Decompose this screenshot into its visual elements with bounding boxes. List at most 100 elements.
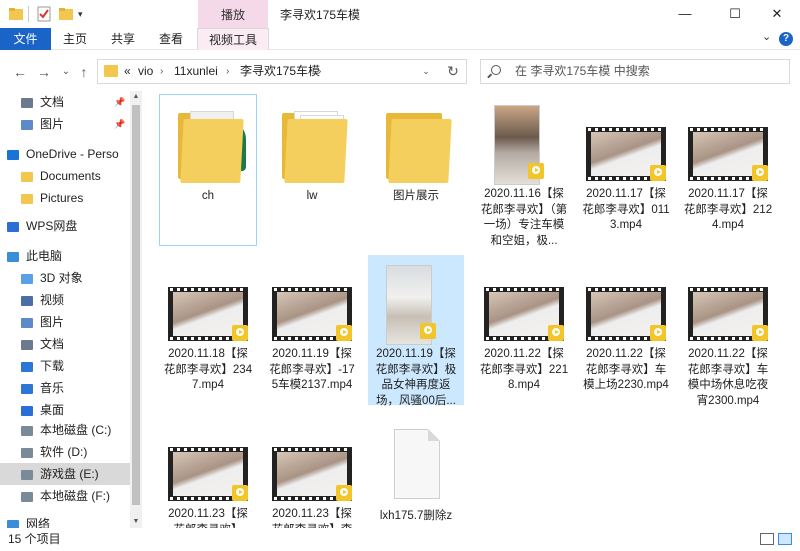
scroll-up-icon[interactable]: ▲ <box>130 91 142 103</box>
file-item[interactable]: 2020.11.23【探花郎李寻欢】 <box>160 415 256 528</box>
sidebar-item[interactable]: 音乐 <box>0 377 130 399</box>
breadcrumb-11xunlei[interactable]: 11xunlei <box>174 60 218 83</box>
breadcrumb-overflow[interactable]: « <box>124 60 131 83</box>
sidebar-item[interactable]: 文档 📌 <box>0 91 130 113</box>
divider <box>28 6 29 22</box>
file-item[interactable]: ch <box>159 94 257 246</box>
sidebar-item[interactable]: 游戏盘 (E:) <box>0 463 130 485</box>
drive-icon <box>20 423 34 437</box>
file-item[interactable]: 2020.11.19【探花郎李寻欢】-175车模2137.mp4 <box>264 255 360 405</box>
file-item[interactable]: 2020.11.16【探花郎李寻欢】（第一场）专注车模和空姐，极... <box>476 95 572 247</box>
scrollbar-thumb[interactable] <box>132 105 140 505</box>
scroll-down-icon[interactable]: ▼ <box>130 516 142 528</box>
tab-video-tools[interactable]: 视频工具 <box>197 28 269 50</box>
play-context-tab[interactable]: 播放 <box>198 0 268 28</box>
sidebar-item-label: OneDrive - Perso <box>26 147 119 161</box>
back-arrow-icon[interactable]: ← <box>10 62 30 82</box>
desktop-icon <box>20 403 34 417</box>
file-item[interactable]: 2020.11.22【探花郎李寻欢】2218.mp4 <box>476 255 572 405</box>
sidebar-item[interactable]: OneDrive - Perso <box>0 143 130 165</box>
file-name: 图片展示 <box>393 190 439 202</box>
search-placeholder: 在 李寻欢175车模 中搜索 <box>515 64 650 78</box>
ribbon-tabs: 文件 主页 共享 查看 视频工具 ⌄ ? <box>0 28 800 50</box>
search-input[interactable]: 在 李寻欢175车模 中搜索 <box>480 59 790 84</box>
tab-home[interactable]: 主页 <box>56 28 94 50</box>
file-item[interactable]: 2020.11.17【探花郎李寻欢】0113.mp4 <box>578 95 674 245</box>
video-thumbnail-icon <box>586 265 666 345</box>
close-button[interactable]: ✕ <box>754 0 800 28</box>
content-scrollbar[interactable] <box>790 91 800 528</box>
drive-icon <box>20 467 34 481</box>
sidebar-item[interactable]: 本地磁盘 (C:) <box>0 419 130 441</box>
recent-locations-chevron-icon[interactable]: ⌄ <box>56 62 76 82</box>
sidebar-item[interactable]: 本地磁盘 (F:) <box>0 485 130 507</box>
sidebar-item-label: 本地磁盘 (F:) <box>40 489 110 503</box>
file-name: 2020.11.22【探花郎李寻欢】车模中场休息吃夜宵2300.mp4 <box>687 348 769 407</box>
video-thumbnail-icon <box>586 105 666 185</box>
expand-ribbon-chevron-icon[interactable]: ⌄ <box>762 30 771 43</box>
sidebar-item[interactable]: 桌面 <box>0 399 130 421</box>
file-item[interactable]: 2020.11.22【探花郎李寻欢】车模中场休息吃夜宵2300.mp4 <box>680 255 776 407</box>
help-icon[interactable]: ? <box>779 32 793 46</box>
file-item[interactable]: lw <box>264 95 360 245</box>
drive-icon <box>20 445 34 459</box>
sidebar-item-label: 桌面 <box>40 403 65 417</box>
video-thumbnail-icon <box>484 105 564 185</box>
breadcrumb-separator[interactable]: › <box>226 60 229 83</box>
sidebar-item[interactable]: 下载 <box>0 355 130 377</box>
file-name: lxh175.7删除z <box>379 510 453 522</box>
file-name: 2020.11.17【探花郎李寻欢】2124.mp4 <box>683 188 773 231</box>
sidebar-item[interactable]: 视频 <box>0 289 130 311</box>
sidebar-item[interactable]: Documents <box>0 165 130 187</box>
address-dropdown-chevron-icon[interactable]: ⌄ <box>418 60 434 83</box>
tab-view[interactable]: 查看 <box>152 28 190 50</box>
sidebar-item[interactable]: 图片 <box>0 311 130 333</box>
quick-access-folder-icon[interactable] <box>8 6 24 22</box>
tab-share[interactable]: 共享 <box>104 28 142 50</box>
file-item[interactable]: 2020.11.18【探花郎李寻欢】2347.mp4 <box>160 255 256 405</box>
tab-file[interactable]: 文件 <box>0 28 51 50</box>
file-list: ch lw 图片展示 2020.11.16【探花郎李寻欢】（第一场）专注车模和空姐，极… <box>146 91 800 528</box>
breadcrumb-current[interactable]: 李寻欢175车模 <box>240 60 320 83</box>
sidebar-item[interactable]: 网络 <box>0 513 130 528</box>
documents-icon <box>20 337 34 351</box>
sidebar-item[interactable]: 此电脑 <box>0 245 130 267</box>
download-icon <box>20 359 34 373</box>
sidebar-item[interactable]: Pictures <box>0 187 130 209</box>
breadcrumb-separator[interactable]: › <box>160 60 163 83</box>
sidebar-item[interactable]: 软件 (D:) <box>0 441 130 463</box>
customize-toolbar-chevron-icon[interactable]: ▾ <box>78 6 88 22</box>
address-bar[interactable]: « vio › 11xunlei › 李寻欢175车模 › ⌄ <box>97 59 467 84</box>
file-item[interactable]: 2020.11.22【探花郎李寻欢】车模上场2230.mp4 <box>578 255 674 405</box>
file-name: lw <box>306 190 318 202</box>
music-icon <box>20 381 34 395</box>
forward-arrow-icon[interactable]: → <box>34 62 54 82</box>
large-icons-view-icon[interactable] <box>778 533 792 545</box>
properties-check-icon[interactable] <box>36 6 52 22</box>
sidebar-item[interactable]: 文档 <box>0 333 130 355</box>
video-thumbnail-icon <box>168 425 248 505</box>
breadcrumb-vio[interactable]: vio <box>138 60 153 83</box>
sidebar-item[interactable]: WPS网盘 <box>0 215 130 237</box>
file-item[interactable]: 2020.11.17【探花郎李寻欢】2124.mp4 <box>680 95 776 245</box>
sidebar-item[interactable]: 3D 对象 <box>0 267 130 289</box>
up-arrow-icon[interactable]: ↑ <box>74 62 94 82</box>
file-item[interactable]: 图片展示 <box>368 95 464 245</box>
maximize-button[interactable]: ☐ <box>712 0 758 28</box>
new-folder-icon[interactable] <box>58 6 74 22</box>
breadcrumb-separator[interactable]: › <box>318 60 321 83</box>
sidebar-scrollbar[interactable]: ▲ ▼ <box>130 91 142 528</box>
video-thumbnail-icon <box>484 265 564 345</box>
details-view-icon[interactable] <box>760 533 774 545</box>
sidebar-item[interactable]: 图片 📌 <box>0 113 130 135</box>
file-item[interactable]: 2020.11.23【探花郎李寻欢】李 <box>264 415 360 528</box>
file-name: 2020.11.19【探花郎李寻欢】极品女神再度返场，风骚00后... <box>375 348 457 407</box>
file-item[interactable]: 2020.11.19【探花郎李寻欢】极品女神再度返场，风骚00后... <box>368 255 464 407</box>
sidebar-item-label: 图片 <box>40 117 65 131</box>
file-item[interactable]: lxh175.7删除z <box>368 415 464 528</box>
file-name: 2020.11.18【探花郎李寻欢】2347.mp4 <box>163 348 253 391</box>
refresh-button[interactable]: ↻ <box>440 59 467 84</box>
pin-icon: 📌 <box>114 97 126 107</box>
minimize-button[interactable]: — <box>662 0 708 28</box>
window-title: 李寻欢175车模 <box>280 8 361 22</box>
